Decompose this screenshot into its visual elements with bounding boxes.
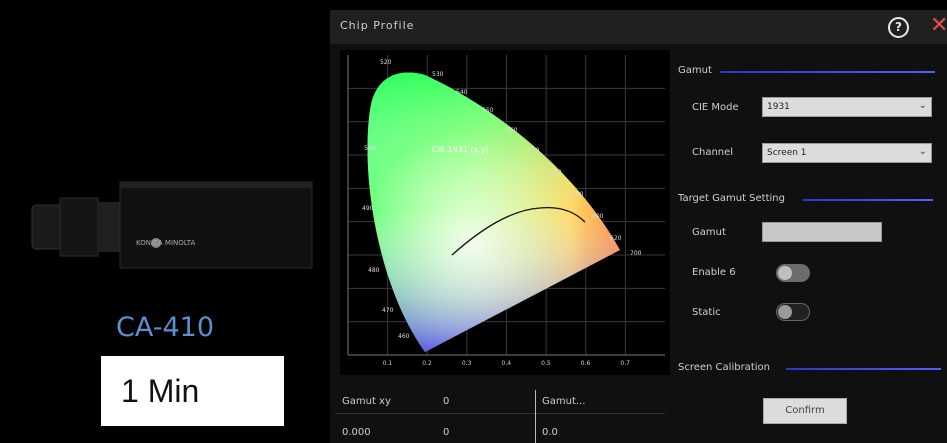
locus-wavelength-label: 590 — [572, 191, 584, 198]
enable-toggle[interactable] — [776, 264, 810, 282]
section-gamut-line — [720, 71, 935, 73]
locus-wavelength-label: 550 — [482, 107, 494, 114]
brand-text: KONICA MINOLTA — [136, 239, 196, 247]
device-panel: KONICA MINOLTA CA-410 1 Min — [0, 0, 330, 443]
spectral-locus-fill — [367, 72, 621, 352]
section-gamut-title: Gamut — [678, 65, 712, 76]
x-tick-label: 0.2 — [422, 360, 432, 367]
locus-wavelength-label: 460 — [398, 333, 410, 340]
close-icon[interactable]: ✕ — [930, 13, 947, 38]
locus-wavelength-label: 700 — [630, 250, 642, 257]
toggle1-label: Enable 6 — [692, 267, 736, 278]
locus-wavelength-label: 600 — [592, 213, 604, 220]
x-tick-label: 0.7 — [620, 360, 630, 367]
section-screen-calibration-title: Screen Calibration — [678, 362, 770, 373]
cie-mode-value: 1931 — [767, 102, 790, 112]
channel-select[interactable]: Screen 1 ⌄ — [762, 143, 932, 163]
dialog-title: Chip Profile — [340, 19, 415, 32]
x-tick-label: 0.6 — [581, 360, 591, 367]
locus-wavelength-label: 580 — [550, 169, 562, 176]
toggle2-label: Static — [692, 307, 721, 318]
info-value-3: 0.000 — [342, 427, 371, 438]
confirm-button[interactable]: Confirm — [763, 398, 847, 424]
cie-mode-select[interactable]: 1931 ⌄ — [762, 97, 932, 117]
locus-wavelength-label: 480 — [368, 267, 380, 274]
section-screen-calibration: Screen Calibration — [678, 362, 943, 373]
info-column-divider — [535, 390, 536, 443]
chevron-down-icon: ⌄ — [918, 100, 927, 111]
section-target-gamut-line — [803, 199, 933, 201]
gamut-label: Gamut — [692, 227, 726, 238]
x-tick-label: 0.1 — [383, 360, 393, 367]
chip-profile-dialog: Chip Profile ? ✕ 520 530 540 550 560 570… — [330, 10, 947, 443]
dialog-titlebar: Chip Profile ? ✕ — [330, 10, 947, 44]
locus-wavelength-label: 470 — [382, 307, 394, 314]
channel-label: Channel — [692, 147, 734, 158]
section-target-gamut: Target Gamut Setting — [678, 193, 938, 204]
info-value-4: 0 — [443, 427, 450, 438]
info-divider — [335, 413, 665, 414]
time-display: 1 Min — [101, 356, 284, 426]
toggle-knob — [778, 266, 792, 280]
locus-wavelength-label: 620 — [610, 235, 622, 242]
locus-wavelength-label: 530 — [432, 71, 444, 78]
locus-wavelength-label: 520 — [380, 59, 392, 66]
locus-wavelength-label: 490 — [362, 205, 374, 212]
help-icon[interactable]: ? — [888, 17, 909, 38]
cie-chart-svg: 520 530 540 550 560 570 580 590 600 620 700 500 490 4… — [347, 55, 665, 367]
x-tick-label: 0.3 — [462, 360, 472, 367]
device-model-label: CA-410 — [115, 312, 214, 343]
chart-center-label: CIE 1931 (x,y) — [432, 145, 489, 154]
gamut-select[interactable] — [762, 222, 882, 242]
locus-wavelength-label: 570 — [528, 147, 540, 154]
channel-value: Screen 1 — [767, 148, 807, 158]
static-toggle[interactable] — [776, 303, 810, 321]
section-screen-calibration-line — [786, 368, 941, 370]
chevron-down-icon: ⌄ — [918, 146, 927, 157]
locus-wavelength-label: 560 — [506, 127, 518, 134]
camera-image — [31, 181, 313, 269]
x-tick-label: 0.4 — [502, 360, 512, 367]
info-gamut-label: Gamut xy — [342, 396, 391, 407]
app-root: KONICA MINOLTA CA-410 1 Min Chip Profile… — [0, 0, 947, 443]
cie-mode-label: CIE Mode — [692, 102, 739, 113]
toggle-knob — [778, 305, 792, 319]
info-value-5: 0.0 — [542, 427, 558, 438]
x-tick-label: 0.5 — [541, 360, 551, 367]
section-gamut: Gamut — [678, 65, 938, 76]
section-target-gamut-title: Target Gamut Setting — [678, 193, 785, 204]
locus-wavelength-label: 540 — [456, 89, 468, 96]
cie-chart: 520 530 540 550 560 570 580 590 600 620 700 500 490 4… — [340, 50, 670, 375]
info-value-2: Gamut... — [542, 396, 586, 407]
locus-wavelength-label: 500 — [364, 145, 376, 152]
info-value-1: 0 — [443, 396, 450, 407]
